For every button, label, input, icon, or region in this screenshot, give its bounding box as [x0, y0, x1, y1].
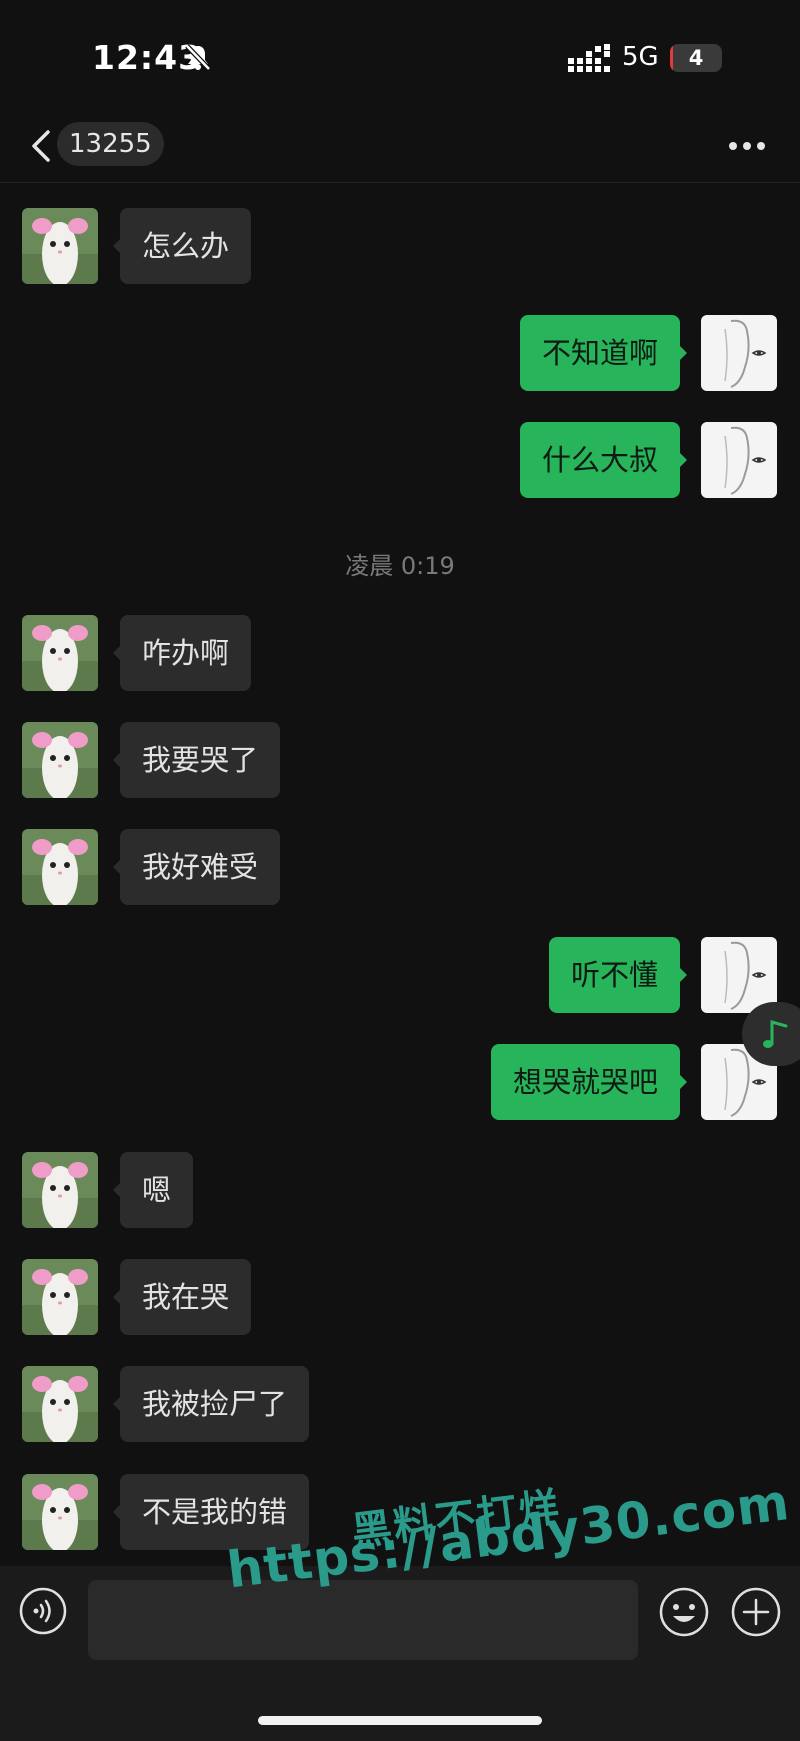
message-input[interactable]: [88, 1580, 638, 1660]
message-received: 我在哭: [0, 1259, 800, 1335]
network-type: 5G: [622, 42, 659, 72]
contact-avatar[interactable]: [22, 1259, 98, 1335]
chat-header: 13255: [0, 110, 800, 183]
message-sent: 听不懂: [0, 937, 800, 1013]
message-bubble[interactable]: 不知道啊: [519, 315, 688, 391]
chevron-left-icon[interactable]: [22, 122, 62, 170]
contact-avatar[interactable]: [22, 1474, 98, 1550]
message-bubble[interactable]: 想哭就哭吧: [490, 1044, 688, 1120]
battery-level: 4: [688, 46, 704, 70]
message-bubble[interactable]: 嗯: [112, 1152, 194, 1228]
floating-music-widget[interactable]: [742, 1002, 800, 1066]
message-bubble[interactable]: 听不懂: [548, 937, 688, 1013]
message-bubble[interactable]: 什么大叔: [519, 422, 688, 498]
message-bubble[interactable]: 我要哭了: [112, 722, 281, 798]
contact-avatar[interactable]: [22, 615, 98, 691]
message-bubble[interactable]: 不是我的错: [112, 1474, 310, 1550]
more-horizontal-icon[interactable]: [726, 130, 768, 162]
music-note-icon: [763, 1020, 788, 1048]
my-avatar[interactable]: [701, 315, 777, 391]
voice-icon[interactable]: [18, 1586, 68, 1636]
message-bubble[interactable]: 我好难受: [112, 829, 281, 905]
emoji-icon[interactable]: [658, 1586, 710, 1638]
contact-avatar[interactable]: [22, 208, 98, 284]
message-received: 我好难受: [0, 829, 800, 905]
contact-avatar[interactable]: [22, 722, 98, 798]
message-bubble[interactable]: 我被捡尸了: [112, 1366, 310, 1442]
bell-muted-icon: [185, 44, 211, 71]
input-bar: [0, 1566, 800, 1741]
message-received: 我被捡尸了: [0, 1366, 800, 1442]
signal-icon: [568, 44, 610, 72]
message-received: 不是我的错: [0, 1474, 800, 1550]
contact-avatar[interactable]: [22, 1366, 98, 1442]
my-avatar[interactable]: [701, 937, 777, 1013]
message-sent: 什么大叔: [0, 422, 800, 498]
message-bubble[interactable]: 我在哭: [112, 1259, 252, 1335]
message-bubble[interactable]: 怎么办: [112, 208, 252, 284]
message-received: 怎么办: [0, 208, 800, 284]
contact-avatar[interactable]: [22, 829, 98, 905]
battery-icon: 4: [670, 44, 722, 72]
my-avatar[interactable]: [701, 422, 777, 498]
status-bar: 12:43 5G 4: [0, 0, 800, 110]
contact-name[interactable]: 13255: [57, 122, 164, 166]
message-received: 嗯: [0, 1152, 800, 1228]
plus-icon[interactable]: [730, 1586, 782, 1638]
message-received: 咋办啊: [0, 615, 800, 691]
message-bubble[interactable]: 咋办啊: [112, 615, 252, 691]
contact-avatar[interactable]: [22, 1152, 98, 1228]
home-indicator[interactable]: [258, 1716, 542, 1725]
message-sent: 想哭就哭吧: [0, 1044, 800, 1120]
message-timestamp: 凌晨 0:19: [345, 552, 455, 580]
message-sent: 不知道啊: [0, 315, 800, 391]
chat-screen: 12:43 5G 4 13255 ...,: [0, 0, 800, 1741]
message-received: 我要哭了: [0, 722, 800, 798]
